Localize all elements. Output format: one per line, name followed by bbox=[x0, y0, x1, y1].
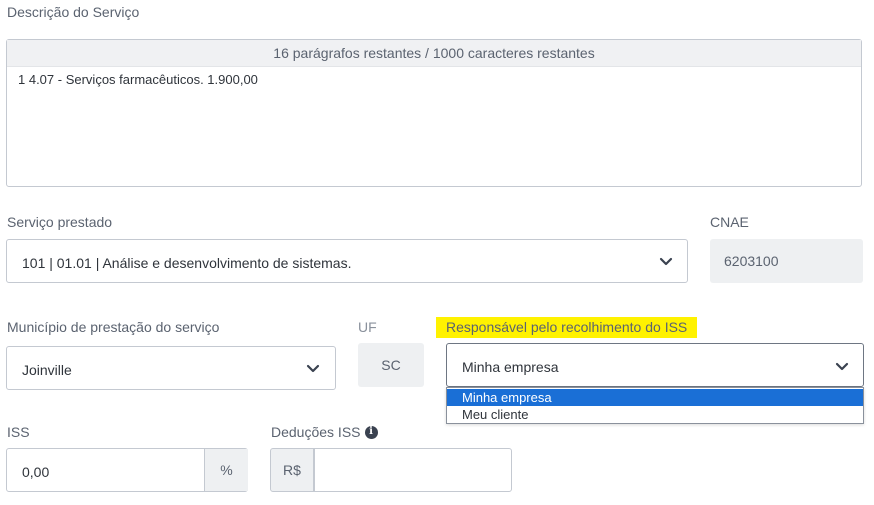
descricao-textarea[interactable]: 16 parágrafos restantes / 1000 caractere… bbox=[6, 39, 862, 187]
servico-value: 101 | 01.01 | Análise e desenvolvimento … bbox=[22, 255, 352, 271]
uf-field: SC bbox=[358, 343, 424, 387]
uf-label: UF bbox=[358, 319, 377, 335]
percent-addon: % bbox=[204, 449, 248, 491]
servico-label: Serviço prestado bbox=[7, 214, 113, 230]
municipio-select[interactable]: Joinville bbox=[6, 346, 336, 390]
cnae-label: CNAE bbox=[710, 214, 749, 230]
currency-addon: R$ bbox=[270, 448, 314, 492]
iss-input[interactable]: 0,00 % bbox=[6, 448, 248, 492]
dropdown-option-minha-empresa[interactable]: Minha empresa bbox=[447, 389, 863, 406]
responsavel-select[interactable]: Minha empresa bbox=[446, 343, 864, 387]
descricao-text: 1 4.07 - Serviços farmacêuticos. 1.900,0… bbox=[18, 72, 258, 87]
deducoes-label-row: Deduções ISS i bbox=[271, 424, 378, 440]
municipio-value: Joinville bbox=[22, 362, 72, 378]
descricao-counter: 16 parágrafos restantes / 1000 caractere… bbox=[7, 40, 861, 67]
chevron-down-icon bbox=[306, 364, 320, 373]
servico-select[interactable]: 101 | 01.01 | Análise e desenvolvimento … bbox=[6, 239, 688, 283]
iss-label: ISS bbox=[7, 424, 30, 440]
iss-value: 0,00 bbox=[22, 464, 50, 480]
chevron-down-icon bbox=[659, 257, 673, 266]
responsavel-value: Minha empresa bbox=[462, 359, 559, 375]
descricao-label: Descrição do Serviço bbox=[7, 4, 140, 20]
responsavel-label: Responsável pelo recolhimento do ISS bbox=[436, 317, 698, 338]
info-icon[interactable]: i bbox=[364, 425, 378, 439]
chevron-down-icon bbox=[835, 362, 849, 371]
responsavel-dropdown-list: Minha empresa Meu cliente bbox=[446, 387, 864, 424]
dropdown-option-meu-cliente[interactable]: Meu cliente bbox=[447, 406, 863, 423]
deducoes-label: Deduções ISS bbox=[271, 424, 361, 440]
municipio-label: Município de prestação do serviço bbox=[7, 319, 220, 335]
deducoes-input[interactable] bbox=[314, 448, 512, 492]
cnae-field: 6203100 bbox=[710, 239, 863, 283]
